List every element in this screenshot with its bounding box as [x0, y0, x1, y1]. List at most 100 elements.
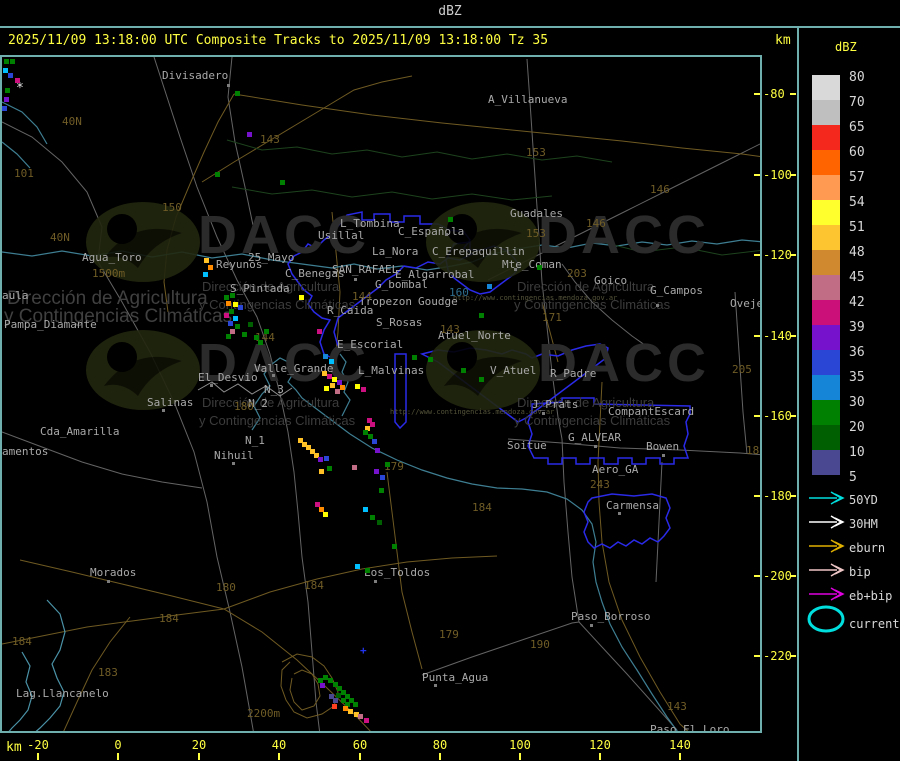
dbz-color-band	[812, 400, 840, 425]
legend-title: dBZ	[835, 40, 857, 54]
bottom-axis-label: 20	[191, 738, 207, 752]
bottom-distance-axis: km -20 0 20 40 60 80 100 120 140	[0, 733, 797, 761]
right-axis-label: -80	[763, 87, 785, 101]
bottom-axis-tick	[359, 753, 361, 760]
radar-echo-cell	[348, 709, 353, 714]
radar-echo-cell	[319, 469, 324, 474]
radar-echo-cell	[375, 448, 380, 453]
place-label: C_Española	[398, 225, 465, 238]
town-dot-marker	[162, 409, 165, 412]
radar-echo-cell	[323, 512, 328, 517]
radar-echo-cell	[479, 313, 484, 318]
place-label: L_Tombina	[340, 217, 400, 230]
route-number-label: 190	[530, 638, 550, 651]
right-axis-tick	[754, 174, 760, 176]
dacc-watermark-text: DACC	[538, 333, 710, 393]
radar-echo-cell	[299, 295, 304, 300]
place-label: Punta_Agua	[422, 671, 489, 684]
radar-echo-cell	[226, 334, 231, 339]
route-number-label: 153	[526, 146, 546, 159]
radar-echo-cell	[203, 272, 208, 277]
place-label: Paso_El_Loro	[650, 723, 730, 733]
place-label: N_1	[245, 434, 265, 447]
radar-echo-cell	[233, 316, 238, 321]
radar-echo-cell	[363, 507, 368, 512]
dbz-value-label: 65	[849, 120, 865, 135]
place-label: J_Prats	[532, 398, 579, 411]
radar-echo-cell	[353, 702, 358, 707]
town-dot-marker	[107, 580, 110, 583]
route-number-label: 184	[12, 635, 32, 648]
town-dot-marker	[656, 304, 659, 307]
radar-echo-cell	[340, 385, 345, 390]
bottom-axis-tick	[599, 753, 601, 760]
radar-echo-cell	[487, 284, 492, 289]
dbz-value-label: 80	[849, 70, 865, 85]
bottom-axis-tick	[198, 753, 200, 760]
radar-echo-cell	[318, 457, 323, 462]
place-label: El_Desvio	[198, 371, 258, 384]
bottom-axis-label: 0	[114, 738, 122, 752]
place-label: R_Caida	[327, 304, 374, 317]
radar-echo-cell	[479, 377, 484, 382]
radar-echo-cell	[5, 88, 10, 93]
place-label: Reyunos	[216, 258, 263, 271]
page-title: dBZ	[438, 4, 462, 19]
town-dot-marker	[594, 445, 597, 448]
place-label: Bowen	[646, 440, 680, 453]
radar-echo-cell	[248, 322, 253, 327]
radar-echo-cell	[377, 520, 382, 525]
route-number-label: 203	[567, 267, 587, 280]
track-type-label: eburn	[849, 541, 886, 555]
route-number-label: 143	[260, 133, 280, 146]
place-label: Pampa_Diamante	[4, 318, 97, 331]
dbz-value-label: 39	[849, 320, 865, 335]
right-axis-label: -220	[763, 649, 792, 663]
radar-echo-cell	[379, 488, 384, 493]
route-number-label: 1500m	[92, 267, 126, 280]
route-number-label: 101	[14, 167, 34, 180]
place-label: amentos	[2, 445, 49, 458]
right-axis-tick	[754, 575, 760, 577]
place-label: S_Pintada	[230, 282, 290, 295]
town-dot-marker	[374, 580, 377, 583]
route-number-label: 160	[449, 286, 469, 299]
place-label: R_Padre	[550, 367, 597, 380]
radar-echo-cell	[204, 258, 209, 263]
radar-echo-cell	[385, 462, 390, 467]
route-number-label: 184	[472, 501, 492, 514]
route-number-label: 180	[234, 400, 254, 413]
radar-echo-cell	[358, 714, 363, 719]
place-label: Usillal	[318, 229, 365, 242]
radar-echo-cell	[229, 309, 234, 314]
radar-echo-cell	[330, 383, 335, 388]
divider	[0, 26, 900, 28]
dbz-value-label: 20	[849, 420, 865, 435]
bottom-axis-label: 80	[432, 738, 448, 752]
place-label: CompantEscard	[608, 405, 695, 418]
route-number-label: 144	[352, 290, 372, 303]
radar-echo-cell	[228, 321, 233, 326]
radar-echo-cell	[224, 313, 229, 318]
dbz-color-band	[812, 225, 840, 250]
route-number-label: 146	[650, 183, 670, 196]
watermark-line1: Dirección de Agricultura	[517, 279, 655, 294]
place-label: Salinas	[147, 396, 194, 409]
dbz-value-label: 70	[849, 95, 865, 110]
town-dot-marker	[210, 384, 213, 387]
place-label: G_ALVEAR	[568, 431, 621, 444]
route-number-label: 243	[590, 478, 610, 491]
town-dot-marker	[227, 84, 230, 87]
plus-marker: +	[360, 644, 367, 657]
route-number-label: 143	[667, 700, 687, 713]
radar-echo-cell	[364, 718, 369, 723]
town-dot-marker	[618, 512, 621, 515]
dbz-color-band	[812, 175, 840, 200]
place-label: Oveje	[730, 297, 762, 310]
radar-echo-cell	[4, 97, 9, 102]
radar-echo-cell	[10, 59, 15, 64]
dbz-value-label: 57	[849, 170, 865, 185]
radar-echo-cell	[448, 217, 453, 222]
right-axis-tick	[754, 254, 760, 256]
radar-echo-cell	[230, 293, 235, 298]
